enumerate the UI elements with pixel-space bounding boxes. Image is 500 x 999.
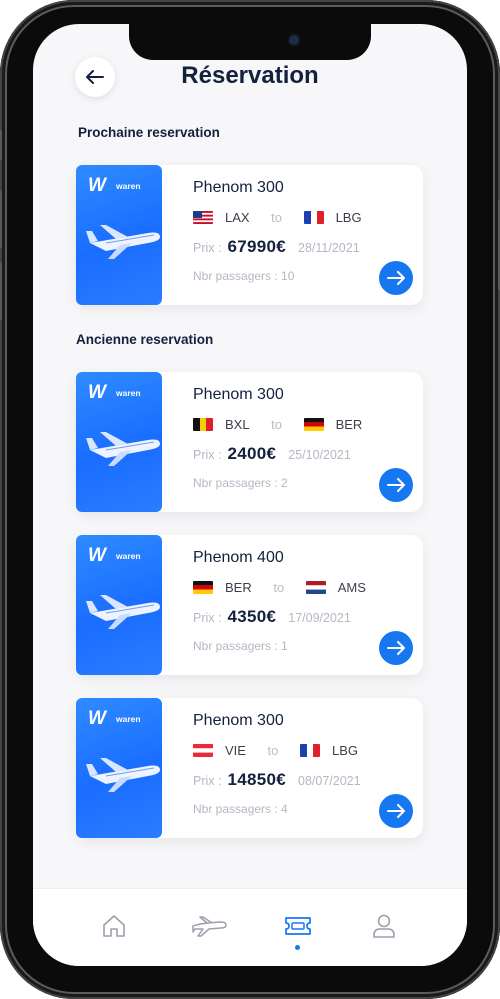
reservation-card[interactable]: W waren Phenom 300 BXL to BER Prix: 240…	[76, 372, 423, 512]
price-label: Prix :	[193, 241, 222, 255]
price-row: Prix : 2400€ 25/10/2021	[193, 444, 351, 464]
price-value: 4350€	[227, 607, 277, 626]
jet-plane-icon	[86, 225, 160, 259]
at-flag-icon	[193, 743, 213, 757]
de-flag-icon	[303, 417, 324, 431]
tab-profile[interactable]	[369, 911, 399, 941]
arrow-right-icon	[387, 478, 405, 492]
route: LAX to LBG	[193, 209, 362, 225]
aircraft-name: Phenom 300	[193, 386, 284, 403]
fr-flag-icon	[303, 210, 324, 224]
brand-name: waren	[116, 388, 141, 398]
app-screen: Réservation Prochaine reservation Ancien…	[33, 24, 467, 966]
reservation-date: 25/10/2021	[288, 448, 351, 462]
open-reservation-button[interactable]	[379, 468, 413, 502]
brand-name: waren	[116, 181, 141, 191]
de-flag-icon	[193, 580, 213, 594]
origin-code: BXL	[225, 416, 250, 432]
bottom-tab-bar	[33, 888, 467, 966]
ticket-icon	[285, 917, 311, 935]
jet-plane-icon	[86, 432, 160, 466]
open-reservation-button[interactable]	[379, 261, 413, 295]
passenger-count: Nbr passagers : 4	[193, 802, 288, 816]
price-label: Prix :	[193, 774, 222, 788]
phone-frame: Réservation Prochaine reservation Ancien…	[0, 0, 500, 999]
active-tab-indicator	[295, 945, 300, 950]
be-flag-icon	[193, 417, 213, 431]
arrow-right-icon	[387, 804, 405, 818]
price-row: Prix : 4350€ 17/09/2021	[193, 607, 351, 627]
aircraft-image: W waren	[76, 698, 162, 838]
volume-up-button	[0, 190, 2, 248]
to-label: to	[271, 209, 282, 225]
us-flag-icon	[193, 210, 213, 224]
home-icon	[103, 915, 125, 937]
destination-code: LBG	[331, 742, 358, 758]
page-title: Réservation	[181, 62, 319, 89]
plane-icon	[192, 916, 227, 937]
waren-logo-icon: W	[88, 175, 106, 196]
price-row: Prix : 14850€ 08/07/2021	[193, 770, 361, 790]
phone-notch	[129, 24, 371, 60]
price-value: 2400€	[227, 444, 277, 463]
reservation-card[interactable]: W waren Phenom 300 VIE to LBG Prix: 148…	[76, 698, 423, 838]
arrow-right-icon	[387, 641, 405, 655]
tab-reservations[interactable]	[283, 911, 313, 941]
aircraft-name: Phenom 400	[193, 549, 284, 566]
passenger-count: Nbr passagers : 10	[193, 269, 295, 283]
mute-switch	[0, 130, 2, 160]
price-row: Prix : 67990€ 28/11/2021	[193, 237, 360, 257]
reservation-date: 28/11/2021	[298, 241, 360, 255]
aircraft-image: W waren	[76, 372, 162, 512]
open-reservation-button[interactable]	[379, 631, 413, 665]
tab-flights[interactable]	[189, 911, 229, 941]
camera-icon	[289, 35, 299, 45]
reservation-date: 08/07/2021	[298, 774, 361, 788]
waren-logo-icon: W	[88, 382, 106, 403]
section-title-past: Ancienne reservation	[76, 332, 214, 347]
volume-down-button	[0, 262, 2, 320]
reservation-card[interactable]: W waren Phenom 400 BER to AMS Prix: 435…	[76, 535, 423, 675]
reservation-card[interactable]: W waren Phenom 300 LAX to LBG Prix: 679…	[76, 165, 423, 305]
nl-flag-icon	[305, 580, 326, 594]
open-reservation-button[interactable]	[379, 794, 413, 828]
price-label: Prix :	[193, 448, 222, 462]
destination-code: AMS	[337, 579, 366, 595]
arrow-right-icon	[387, 271, 405, 285]
origin-code: BER	[225, 579, 252, 595]
price-label: Prix :	[193, 611, 222, 625]
brand-name: waren	[116, 551, 141, 561]
destination-code: LBG	[335, 209, 362, 225]
aircraft-name: Phenom 300	[193, 179, 284, 196]
route: BER to AMS	[193, 579, 366, 595]
tab-home[interactable]	[99, 911, 129, 941]
destination-code: BER	[335, 416, 363, 432]
waren-logo-icon: W	[88, 708, 106, 729]
passenger-count: Nbr passagers : 1	[193, 639, 288, 653]
jet-plane-icon	[86, 758, 160, 792]
to-label: to	[267, 742, 279, 758]
to-label: to	[273, 579, 285, 595]
waren-logo-icon: W	[88, 545, 106, 566]
brand-name: waren	[116, 714, 141, 724]
origin-code: VIE	[225, 742, 246, 758]
aircraft-image: W waren	[76, 165, 162, 305]
origin-code: LAX	[225, 209, 250, 225]
profile-icon	[373, 914, 395, 938]
reservation-date: 17/09/2021	[288, 611, 351, 625]
price-value: 67990€	[227, 237, 287, 256]
aircraft-name: Phenom 300	[193, 712, 284, 729]
fr-flag-icon	[299, 743, 320, 757]
route: VIE to LBG	[193, 742, 358, 758]
price-value: 14850€	[227, 770, 287, 789]
route: BXL to BER	[193, 416, 362, 432]
to-label: to	[271, 416, 282, 432]
jet-plane-icon	[86, 595, 160, 629]
passenger-count: Nbr passagers : 2	[193, 476, 288, 490]
section-title-upcoming: Prochaine reservation	[78, 125, 220, 140]
aircraft-image: W waren	[76, 535, 162, 675]
